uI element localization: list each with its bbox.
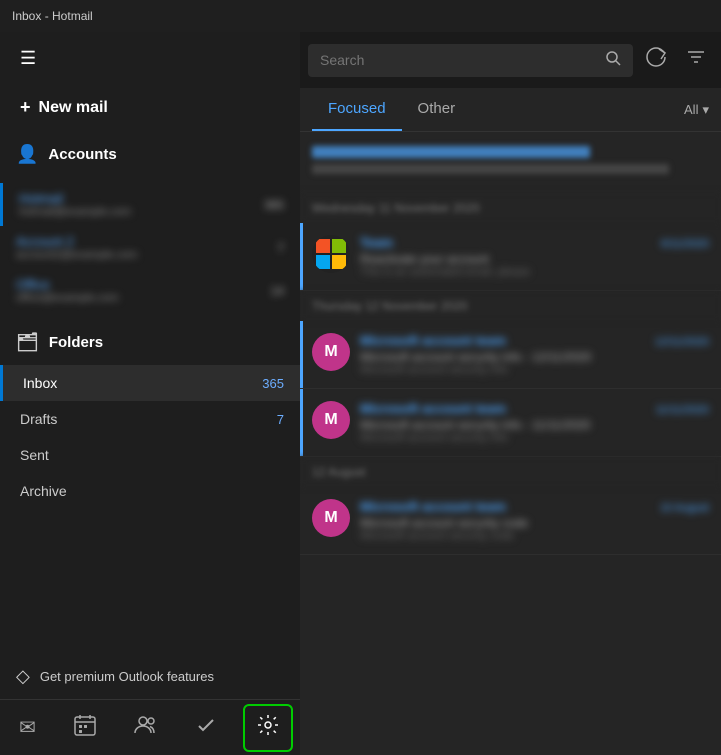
new-mail-section: + New mail: [0, 85, 300, 130]
account-list: Hotmail hotmail@example.com 365 Account …: [0, 179, 300, 316]
email-item-ms-1[interactable]: M Microsoft account team 12/11/2020 Micr…: [300, 321, 721, 389]
accounts-section: 👤 Accounts: [0, 130, 300, 179]
email-body-ms-3: Microsoft account team 10 August Microso…: [360, 499, 709, 542]
email-sender-ms-2: Microsoft account team: [360, 401, 506, 416]
email-avatar-ms-2: M: [312, 401, 350, 439]
sidebar-top: ☰: [0, 32, 300, 85]
filter-label: All: [684, 102, 698, 117]
email-sender-ms-1: Microsoft account team: [360, 333, 506, 348]
tab-focused[interactable]: Focused: [312, 88, 402, 131]
email-time-ms-3: 10 August: [660, 502, 709, 514]
search-icon-button[interactable]: [605, 50, 621, 71]
diamond-icon: ◇: [16, 666, 30, 687]
folder-item-drafts[interactable]: Drafts 7: [0, 401, 300, 437]
title-bar: Inbox - Hotmail: [0, 0, 721, 32]
email-item-team[interactable]: Team 6/11/2020 Reactivate your account T…: [300, 223, 721, 291]
email-preview-ms-3: Microsoft account security code: [360, 530, 709, 542]
main-content: Focused Other All ▾ Wednesday 11 Novembe…: [300, 32, 721, 755]
accounts-button[interactable]: 👤 Accounts: [16, 134, 284, 175]
folder-item-inbox[interactable]: Inbox 365: [0, 365, 300, 401]
email-body-ms-2: Microsoft account team 11/11/2020 Micros…: [360, 401, 709, 444]
calendar-nav-button[interactable]: [62, 706, 108, 750]
accounts-label: Accounts: [48, 146, 116, 163]
tab-filter[interactable]: All ▾: [684, 102, 709, 118]
mail-nav-button[interactable]: ✉: [7, 707, 48, 748]
date-separator-3: 12 August: [300, 457, 721, 487]
email-preview-ms-2: Microsoft account security info: [360, 432, 709, 444]
search-input[interactable]: [320, 52, 597, 68]
new-mail-label: New mail: [39, 99, 108, 117]
app-container: ☰ + New mail 👤 Accounts Hotmail hotmail@…: [0, 32, 721, 755]
people-icon: [134, 714, 156, 742]
hamburger-button[interactable]: ☰: [16, 44, 40, 73]
email-avatar-team: [312, 235, 350, 273]
folder-name-inbox: Inbox: [23, 375, 262, 391]
tab-other[interactable]: Other: [402, 88, 472, 131]
folders-section: 🗂 Folders: [0, 316, 300, 365]
account-item-hotmail[interactable]: Hotmail hotmail@example.com 365: [0, 183, 300, 226]
calendar-icon: [74, 714, 96, 742]
account-item-2[interactable]: Account 2 account2@example.com 7: [0, 226, 300, 269]
tabs-bar: Focused Other All ▾: [300, 88, 721, 132]
premium-label: Get premium Outlook features: [40, 669, 214, 684]
folder-count-drafts: 7: [277, 412, 284, 427]
premium-banner[interactable]: ◇ Get premium Outlook features: [0, 654, 300, 699]
settings-nav-button[interactable]: [243, 704, 293, 752]
email-time-ms-1: 12/11/2020: [655, 336, 709, 348]
new-mail-button[interactable]: + New mail: [16, 89, 112, 126]
search-bar: [300, 32, 721, 88]
bottom-nav: ✉: [0, 699, 300, 755]
email-subject-ms-2: Microsoft account security info - 11/11/…: [360, 418, 709, 432]
email-subject-ms-1: Microsoft account security info - 12/11/…: [360, 350, 709, 364]
folder-item-archive[interactable]: Archive: [0, 473, 300, 509]
folder-item-sent[interactable]: Sent: [0, 437, 300, 473]
email-sender-team: Team: [360, 235, 393, 250]
folder-name-drafts: Drafts: [20, 411, 277, 427]
date-separator-1: Wednesday 11 November 2020: [300, 193, 721, 223]
title-bar-text: Inbox - Hotmail: [12, 9, 93, 23]
email-avatar-ms-3: M: [312, 499, 350, 537]
email-preview-ms-1: Microsoft account security info: [360, 364, 709, 376]
settings-icon: [257, 714, 279, 742]
email-sender-ms-3: Microsoft account team: [360, 499, 506, 514]
people-nav-button[interactable]: [122, 706, 168, 750]
refresh-button[interactable]: [639, 40, 673, 80]
tasks-nav-button[interactable]: [183, 706, 229, 750]
folder-list: Inbox 365 Drafts 7 Sent Archive: [0, 365, 300, 509]
folders-icon: 🗂: [16, 332, 39, 353]
date-separator-2: Thursday 12 November 2020: [300, 291, 721, 321]
email-body-ms-1: Microsoft account team 12/11/2020 Micros…: [360, 333, 709, 376]
email-body-team: Team 6/11/2020 Reactivate your account T…: [360, 235, 709, 278]
mail-icon: ✉: [19, 715, 36, 740]
new-mail-icon: +: [20, 97, 31, 118]
tasks-icon: [195, 714, 217, 742]
email-subject-team: Reactivate your account: [360, 252, 709, 266]
folder-count-inbox: 365: [262, 376, 284, 391]
email-time-team: 6/11/2020: [661, 238, 709, 250]
email-subject-ms-3: Microsoft account security code: [360, 516, 709, 530]
account-item-office[interactable]: Office office@example.com 14: [0, 269, 300, 312]
folder-name-sent: Sent: [20, 447, 284, 463]
email-item-blurred-top[interactable]: [300, 132, 721, 193]
email-time-ms-2: 11/11/2020: [656, 404, 709, 416]
chevron-down-icon: ▾: [702, 102, 709, 118]
accounts-icon: 👤: [16, 144, 38, 165]
email-avatar-ms-1: M: [312, 333, 350, 371]
email-item-ms-2[interactable]: M Microsoft account team 11/11/2020 Micr…: [300, 389, 721, 457]
filter-button[interactable]: [679, 40, 713, 80]
folders-label: Folders: [49, 334, 103, 351]
email-preview-team: This is an automated email, please: [360, 266, 709, 278]
sidebar: ☰ + New mail 👤 Accounts Hotmail hotmail@…: [0, 32, 300, 755]
folder-name-archive: Archive: [20, 483, 284, 499]
email-item-ms-3[interactable]: M Microsoft account team 10 August Micro…: [300, 487, 721, 555]
email-list: Wednesday 11 November 2020 Team 6/11: [300, 132, 721, 755]
search-input-container: [308, 44, 633, 77]
folders-header: 🗂 Folders: [16, 324, 284, 361]
